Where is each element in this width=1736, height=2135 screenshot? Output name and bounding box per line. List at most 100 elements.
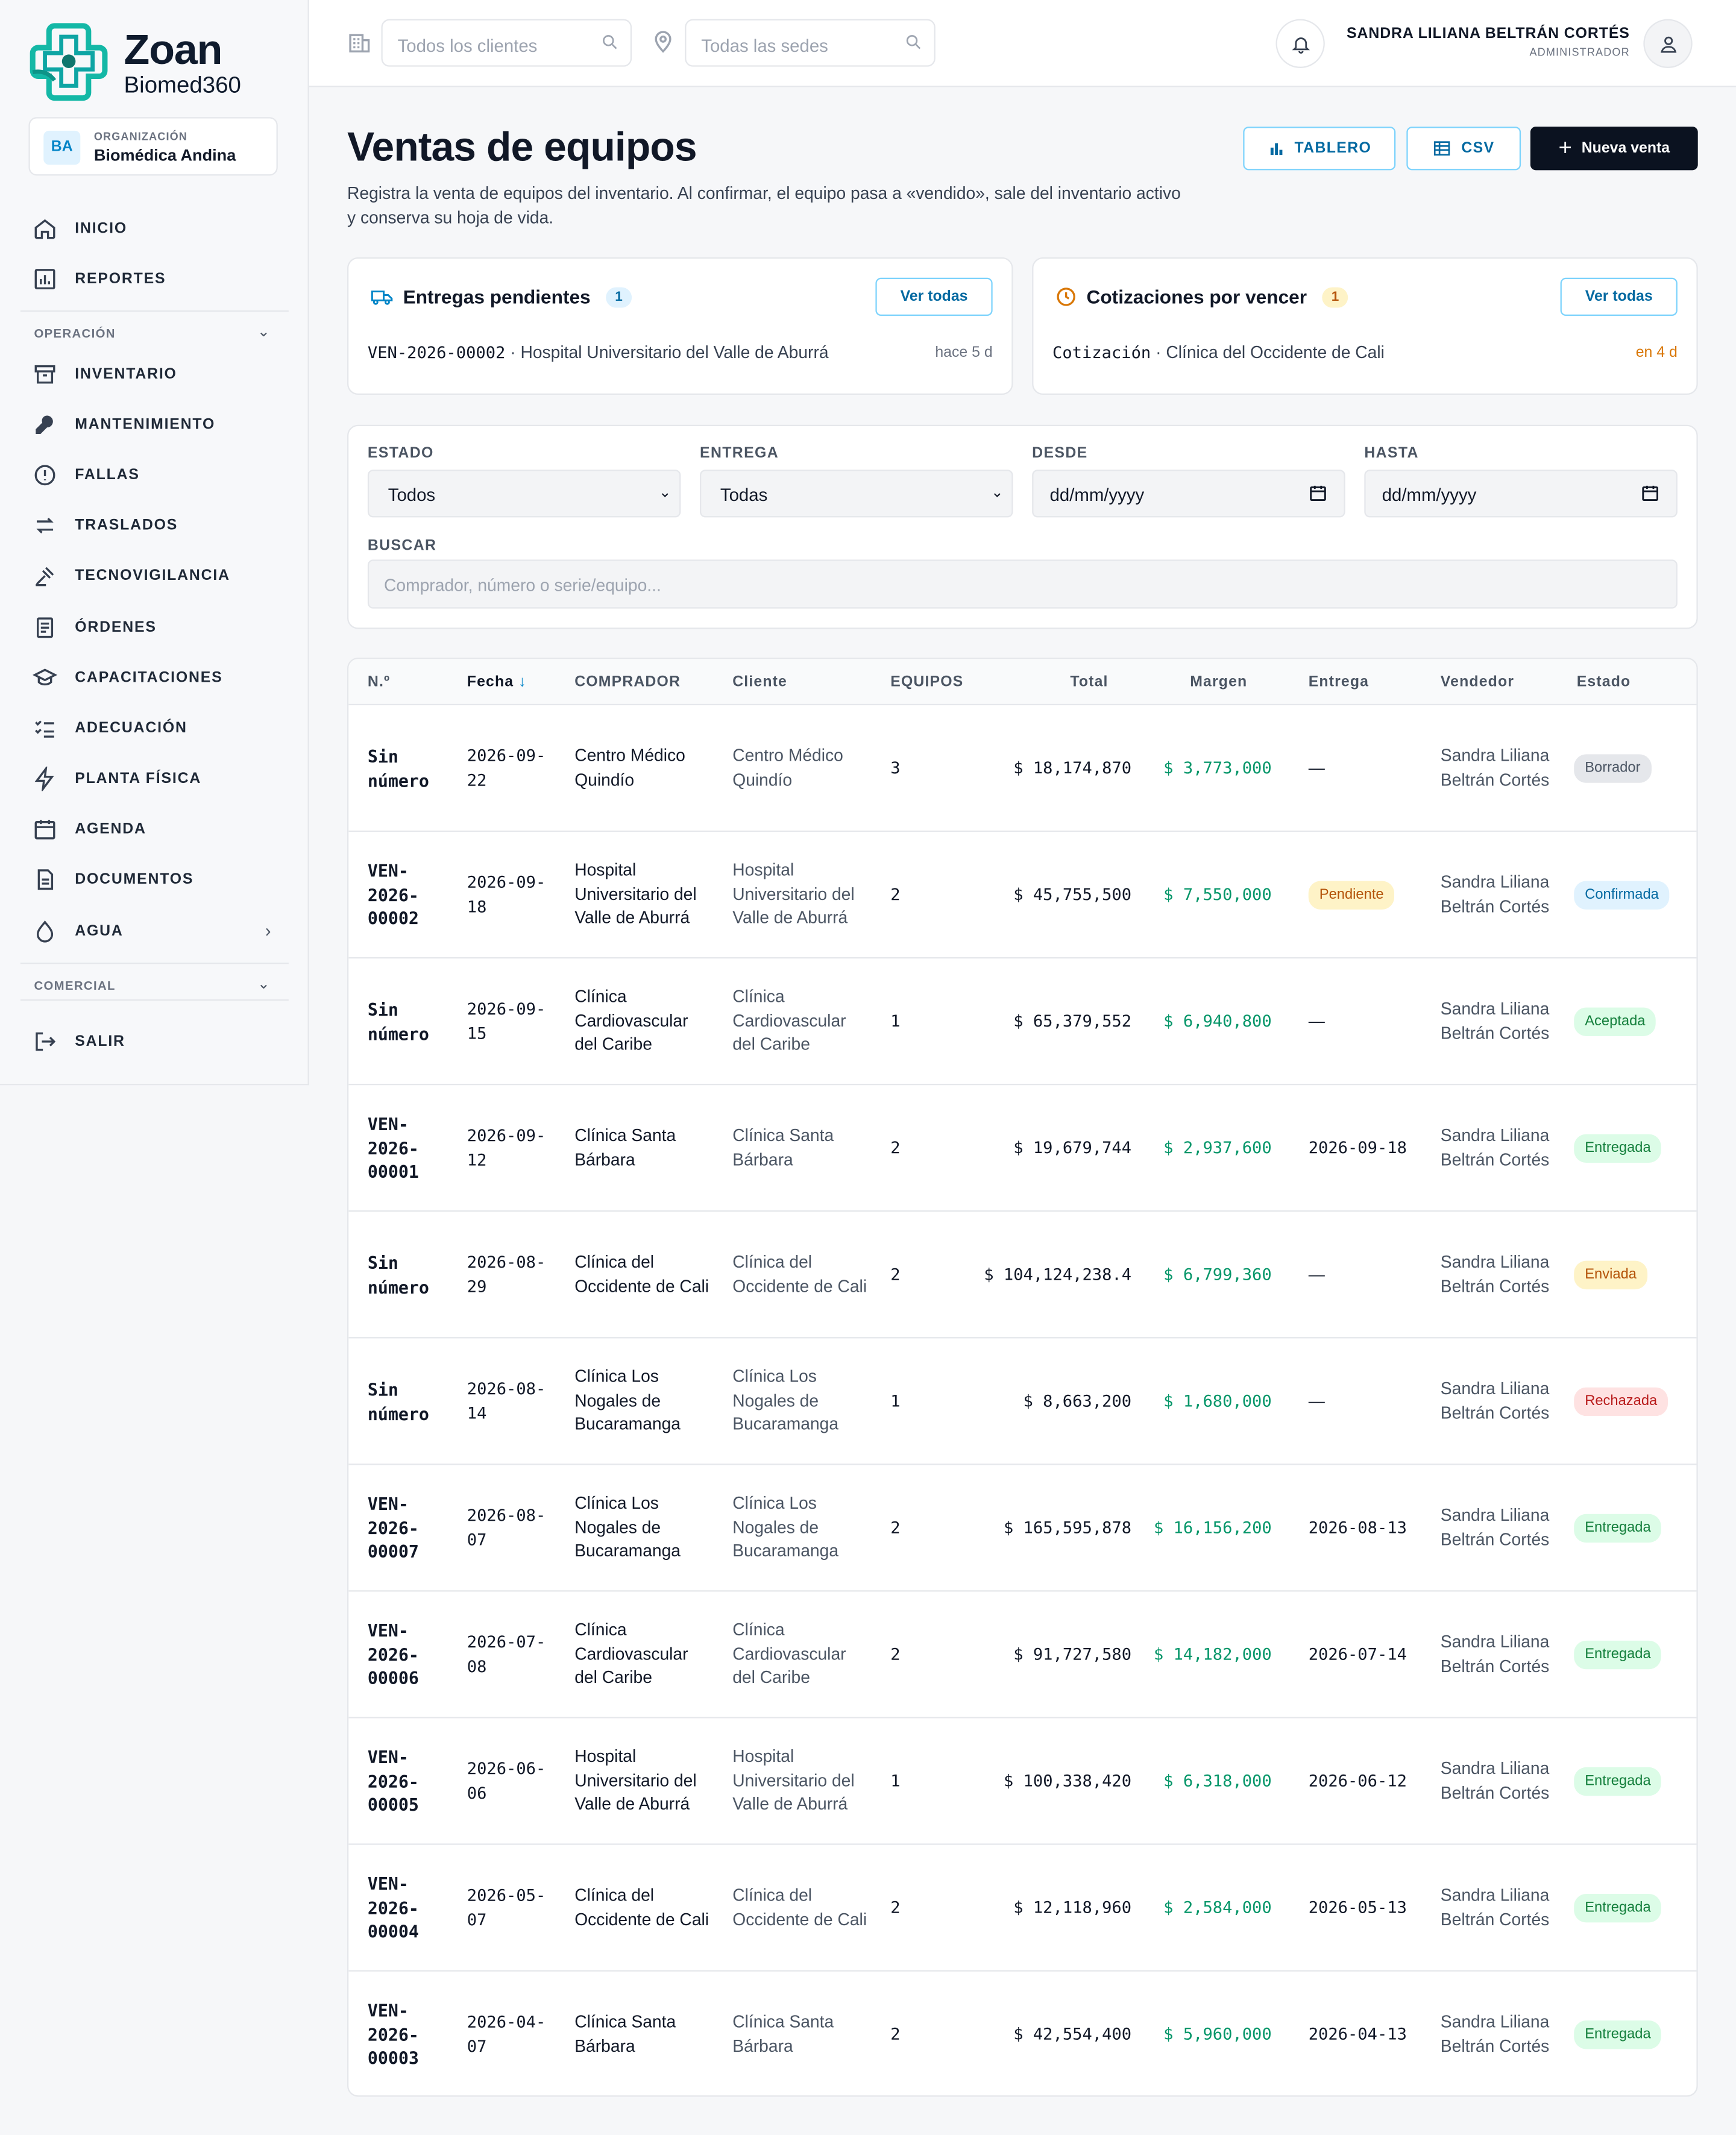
column-num[interactable]: N.º xyxy=(368,674,390,690)
table-row[interactable]: VEN-2026-00005 2026-06-06 Hospital Univers… xyxy=(348,1718,1697,1845)
new-sale-button[interactable]: + Nueva venta xyxy=(1530,127,1698,171)
column-estado[interactable]: Estado xyxy=(1577,674,1631,690)
table-row[interactable]: VEN-2026-00006 2026-07-08 Clínica Cardiova… xyxy=(348,1592,1697,1718)
spreadsheet-icon xyxy=(1434,141,1450,156)
table-row[interactable]: VEN-2026-00002 2026-09-18 Hospital Univers… xyxy=(348,832,1697,959)
equipment-count: 2 xyxy=(890,2024,901,2043)
sidebar-item-ordenes[interactable]: ÓRDENES xyxy=(30,607,282,648)
sidebar-item-agenda[interactable]: AGENDA xyxy=(30,809,282,850)
sidebar-item-planta-fisica[interactable]: PLANTA FÍSICA xyxy=(30,758,282,799)
archive-icon xyxy=(30,359,60,389)
column-cliente[interactable]: Cliente xyxy=(732,674,787,690)
column-entrega[interactable]: Entrega xyxy=(1309,674,1369,690)
csv-button[interactable]: CSV xyxy=(1406,127,1521,171)
client: Clínica Los Nogales de Bucaramanga xyxy=(732,1494,839,1561)
sale-number: Sin número xyxy=(367,1252,429,1297)
sales-search-input[interactable]: Comprador, número o serie/equipo... xyxy=(367,559,1678,609)
chevron-down-icon[interactable]: ⌄ xyxy=(257,975,270,993)
section-operacion[interactable]: OPERACIÓN xyxy=(34,327,115,341)
status-cell: Entregada xyxy=(1574,1845,1696,1972)
delivery: 2026-09-18 xyxy=(1308,1137,1407,1157)
column-total[interactable]: Total xyxy=(1070,674,1108,690)
wrench-icon xyxy=(30,410,60,440)
equipment-count: 2 xyxy=(890,884,901,904)
sidebar-item-inventario[interactable]: INVENTARIO xyxy=(30,354,282,395)
sidebar-item-inicio[interactable]: INICIO xyxy=(30,209,282,250)
desde-date-input[interactable]: dd/mm/yyyy xyxy=(1032,470,1345,518)
org-selector[interactable]: BA ORGANIZACIÓN Biomédica Andina xyxy=(28,117,278,176)
delivery-badge: Pendiente xyxy=(1308,880,1395,910)
estado-select[interactable]: Todos ⌄ xyxy=(367,470,681,518)
expiring-quote-item[interactable]: Cotización · Clínica del Occidente de Ca… xyxy=(1052,343,1385,362)
chevron-down-icon[interactable]: ⌄ xyxy=(257,322,270,341)
status-cell: Confirmada xyxy=(1574,832,1696,958)
checklist-icon xyxy=(30,714,60,744)
sidebar-item-adecuacion[interactable]: ADECUACIÓN xyxy=(30,708,282,749)
sidebar-item-capacitaciones[interactable]: CAPACITACIONES xyxy=(30,658,282,699)
sidebar-item-salir[interactable]: SALIR xyxy=(30,1021,282,1062)
status-badge: Borrador xyxy=(1574,753,1652,784)
org-name: Biomédica Andina xyxy=(93,145,236,165)
calendar-icon[interactable] xyxy=(1641,483,1660,503)
column-vendedor[interactable]: Vendedor xyxy=(1441,674,1514,690)
column-fecha[interactable]: Fecha ↓ xyxy=(467,674,527,690)
column-comprador[interactable]: COMPRADOR xyxy=(574,674,681,690)
table-row[interactable]: VEN-2026-00007 2026-08-07 Clínica Los Noga… xyxy=(348,1465,1697,1592)
sale-number: Sin número xyxy=(367,746,429,791)
equipment-count: 1 xyxy=(890,1771,901,1790)
search-icon xyxy=(906,35,921,49)
column-equipos[interactable]: EQUIPOS xyxy=(890,674,963,690)
table-row[interactable]: Sin número 2026-09-15 Clínica Cardiovascul… xyxy=(348,958,1697,1086)
card-title: Cotizaciones por vencer 1 xyxy=(1055,286,1349,307)
status-badge: Entregada xyxy=(1574,1893,1662,1923)
table-row[interactable]: VEN-2026-00001 2026-09-12 Clínica Santa Bá… xyxy=(348,1085,1697,1212)
status-cell: Aceptada xyxy=(1574,958,1696,1085)
relative-time: hace 5 d xyxy=(935,344,993,361)
margin-amount: $ 16,156,200 xyxy=(1153,1517,1272,1537)
delivery: 2026-06-12 xyxy=(1308,1771,1407,1790)
clock-icon xyxy=(1057,288,1075,306)
sidebar-item-traslados[interactable]: TRASLADOS xyxy=(30,505,282,546)
card-title: Entregas pendientes 1 xyxy=(370,286,632,307)
sale-number: Sin número xyxy=(367,999,429,1044)
sites-search-input[interactable]: Todas las sedes xyxy=(685,19,936,67)
calendar-icon[interactable] xyxy=(1309,483,1328,503)
sidebar-item-reportes[interactable]: REPORTES xyxy=(30,259,282,300)
column-margen[interactable]: Margen xyxy=(1190,674,1247,690)
sale-number: VEN-2026-00004 xyxy=(367,1873,419,1942)
margin-amount: $ 5,960,000 xyxy=(1163,2024,1272,2043)
view-all-button[interactable]: Ver todas xyxy=(1560,277,1678,316)
user-avatar[interactable] xyxy=(1643,19,1693,68)
sidebar-item-mantenimiento[interactable]: MANTENIMIENTO xyxy=(30,404,282,445)
app-name: Zoan xyxy=(124,25,223,74)
equipment-count: 3 xyxy=(890,758,901,778)
sidebar-item-documentos[interactable]: DOCUMENTOS xyxy=(30,859,282,900)
pending-delivery-item[interactable]: VEN-2026-00002 · Hospital Universitario … xyxy=(368,343,829,362)
table-row[interactable]: VEN-2026-00003 2026-04-07 Clínica Santa Bá… xyxy=(348,1972,1696,2096)
entrega-select[interactable]: Todas ⌄ xyxy=(700,470,1013,518)
sidebar-item-agua[interactable]: AGUA › xyxy=(30,911,282,952)
margin-amount: $ 3,773,000 xyxy=(1163,758,1272,778)
sidebar-item-label: INVENTARIO xyxy=(75,366,177,383)
sidebar-item-label: CAPACITACIONES xyxy=(75,670,223,687)
tablero-label: TABLERO xyxy=(1294,140,1372,157)
sidebar-item-fallas[interactable]: FALLAS xyxy=(30,454,282,495)
status-cell: Enviada xyxy=(1574,1212,1696,1338)
status-badge: Rechazada xyxy=(1574,1387,1668,1417)
divider xyxy=(20,310,289,312)
count-badge: 1 xyxy=(1321,286,1349,307)
table-row[interactable]: Sin número 2026-08-29 Clínica del Occident… xyxy=(348,1212,1697,1339)
sale-number: VEN-2026-00007 xyxy=(367,1494,419,1562)
sidebar-item-label: INICIO xyxy=(75,220,128,237)
table-row[interactable]: VEN-2026-00004 2026-05-07 Clínica del Occi… xyxy=(348,1845,1697,1972)
margin-amount: $ 2,584,000 xyxy=(1163,1898,1272,1917)
table-row[interactable]: Sin número 2026-08-14 Clínica Los Nogales … xyxy=(348,1338,1697,1465)
sidebar-item-tecnovigilancia[interactable]: TECNOVIGILANCIA xyxy=(30,556,282,597)
view-all-button[interactable]: Ver todas xyxy=(875,277,993,316)
app-logo[interactable]: Zoan Biomed360 xyxy=(27,20,300,105)
table-row[interactable]: Sin número 2026-09-22 Centro Médico Quindí… xyxy=(348,705,1697,832)
clients-search-input[interactable]: Todos los clientes xyxy=(381,19,632,67)
tablero-button[interactable]: TABLERO xyxy=(1243,127,1396,171)
hasta-date-input[interactable]: dd/mm/yyyy xyxy=(1364,470,1678,518)
section-comercial[interactable]: COMERCIAL xyxy=(34,979,115,993)
